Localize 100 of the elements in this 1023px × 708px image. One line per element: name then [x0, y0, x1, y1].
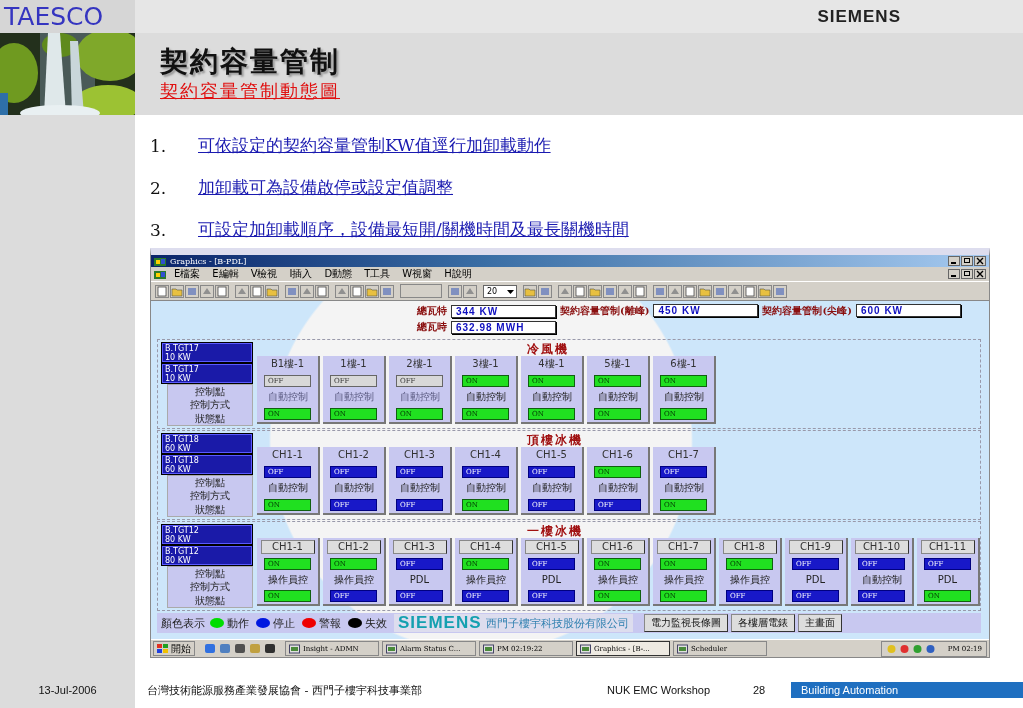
meter-name: B.TGT18: [165, 434, 200, 444]
legend-label: 失效: [365, 615, 387, 631]
toolbar-icon[interactable]: [558, 284, 572, 298]
unit-button[interactable]: CH1-4: [458, 540, 513, 554]
unit-button[interactable]: CH1-9: [788, 540, 843, 554]
unit-button[interactable]: CH1-6: [590, 540, 645, 554]
toolbar-icon[interactable]: [155, 284, 169, 298]
restore-icon[interactable]: [961, 269, 973, 279]
menu-item[interactable]: W視窗: [398, 268, 437, 280]
toolbar-icon[interactable]: [365, 284, 379, 298]
start-button[interactable]: 開始: [153, 641, 195, 656]
unit-button[interactable]: CH1-1: [260, 540, 315, 554]
nav-button[interactable]: 主畫面: [797, 614, 842, 632]
toolbar-icon[interactable]: [618, 284, 632, 298]
tray-icon[interactable]: [911, 643, 923, 654]
unit-label: 5樓-1: [604, 358, 631, 371]
toolbar-icon[interactable]: [603, 284, 617, 298]
toolbar-icon[interactable]: [265, 284, 279, 298]
menu-item[interactable]: H說明: [440, 268, 476, 280]
nav-button[interactable]: 電力監視長條圖: [643, 614, 728, 632]
toolbar-icon[interactable]: [728, 284, 742, 298]
minimize-icon[interactable]: [948, 269, 960, 279]
toolbar-icon[interactable]: [653, 284, 667, 298]
meter-load: 10 KW: [165, 352, 192, 362]
mode-text: PDL: [937, 574, 958, 586]
unit-button[interactable]: CH1-7: [656, 540, 711, 554]
toolbar-icon[interactable]: [758, 284, 772, 298]
meter-box[interactable]: B.TGT12 80 KW: [161, 545, 253, 566]
toolbar-icon[interactable]: [463, 284, 477, 298]
toolbar-icon[interactable]: [250, 284, 264, 298]
toolbar-icon[interactable]: [170, 284, 184, 298]
zoom-combo[interactable]: 20: [483, 284, 517, 298]
mode-text: 操作員控: [267, 574, 308, 586]
menu-item[interactable]: I插入: [285, 268, 317, 280]
list-number: 2.: [150, 177, 168, 198]
unit-button[interactable]: CH1-11: [920, 540, 975, 554]
menu-item[interactable]: D動態: [320, 268, 357, 280]
mode-text: 操作員控: [597, 574, 638, 586]
row-label: 狀態點: [195, 594, 225, 606]
minimize-icon[interactable]: [948, 256, 960, 266]
restore-icon[interactable]: [961, 256, 973, 266]
meter-box[interactable]: B.TGT17 10 KW: [161, 342, 253, 363]
unit-label: CH1-1: [272, 449, 303, 462]
toolbar-icon[interactable]: [350, 284, 364, 298]
meter-name: B.TGT17: [165, 364, 200, 374]
menu-item[interactable]: T工具: [360, 268, 395, 280]
reading-label: 契約容量管制(尖峰): [762, 304, 852, 318]
meter-box[interactable]: B.TGT12 80 KW: [161, 524, 253, 545]
toolbar-icon[interactable]: [200, 284, 214, 298]
unit-button[interactable]: CH1-10: [854, 540, 909, 554]
toolbar-icon[interactable]: [668, 284, 682, 298]
menu-item[interactable]: E編輯: [208, 268, 243, 280]
toolbar-icon[interactable]: [588, 284, 602, 298]
unit-label: 3樓-1: [472, 358, 499, 371]
meter-box[interactable]: B.TGT18 60 KW: [161, 454, 253, 475]
nav-button[interactable]: 各樓層電錶: [730, 614, 795, 632]
toolbar-icon[interactable]: [215, 284, 229, 298]
mode-text: 自動控制: [333, 391, 374, 404]
toolbar-icon[interactable]: [683, 284, 697, 298]
menu-item[interactable]: E檔案: [170, 268, 205, 280]
app-icon[interactable]: [234, 643, 246, 654]
app-icon[interactable]: [264, 643, 276, 654]
mode-text: 自動控制: [333, 482, 374, 495]
toolbar-icon[interactable]: [335, 284, 349, 298]
legend-title: 顏色表示: [161, 615, 205, 631]
font-field[interactable]: [400, 284, 442, 298]
meter-box[interactable]: B.TGT18 60 KW: [161, 433, 253, 454]
unit-button[interactable]: CH1-8: [722, 540, 777, 554]
mode-text: 自動控制: [663, 391, 704, 404]
unit-label: 4樓-1: [538, 358, 565, 371]
toolbar-icon[interactable]: [633, 284, 647, 298]
tray-icon[interactable]: [924, 643, 936, 654]
toolbar-icon[interactable]: [315, 284, 329, 298]
toolbar-icon[interactable]: [185, 284, 199, 298]
list-item: 加卸載可為設備啟停或設定值調整: [198, 176, 453, 199]
close-icon[interactable]: [974, 256, 986, 266]
toolbar-icon[interactable]: [538, 284, 552, 298]
toolbar-icon[interactable]: [448, 284, 462, 298]
toolbar-icon[interactable]: [573, 284, 587, 298]
toolbar-icon[interactable]: [285, 284, 299, 298]
toolbar-icon[interactable]: [713, 284, 727, 298]
toolbar-icon[interactable]: [698, 284, 712, 298]
toolbar-icon[interactable]: [380, 284, 394, 298]
reading-value: 450 KW: [653, 304, 759, 317]
toolbar-icon[interactable]: [300, 284, 314, 298]
toolbar-icon[interactable]: [773, 284, 787, 298]
meter-box[interactable]: B.TGT17 10 KW: [161, 363, 253, 384]
menu-item[interactable]: V檢視: [246, 268, 282, 280]
mode-text: 自動控制: [597, 482, 638, 495]
mode-text: PDL: [409, 574, 430, 586]
unit-button[interactable]: CH1-2: [326, 540, 381, 554]
close-icon[interactable]: [974, 269, 986, 279]
toolbar-icon[interactable]: [523, 284, 537, 298]
meter-name: B.TGT12: [165, 525, 200, 535]
unit-button[interactable]: CH1-3: [392, 540, 447, 554]
unit-button[interactable]: CH1-5: [524, 540, 579, 554]
toolbar-icon[interactable]: [235, 284, 249, 298]
toolbar-icon[interactable]: [743, 284, 757, 298]
tray-icon[interactable]: [898, 643, 910, 654]
mode-text: 自動控制: [663, 482, 704, 495]
